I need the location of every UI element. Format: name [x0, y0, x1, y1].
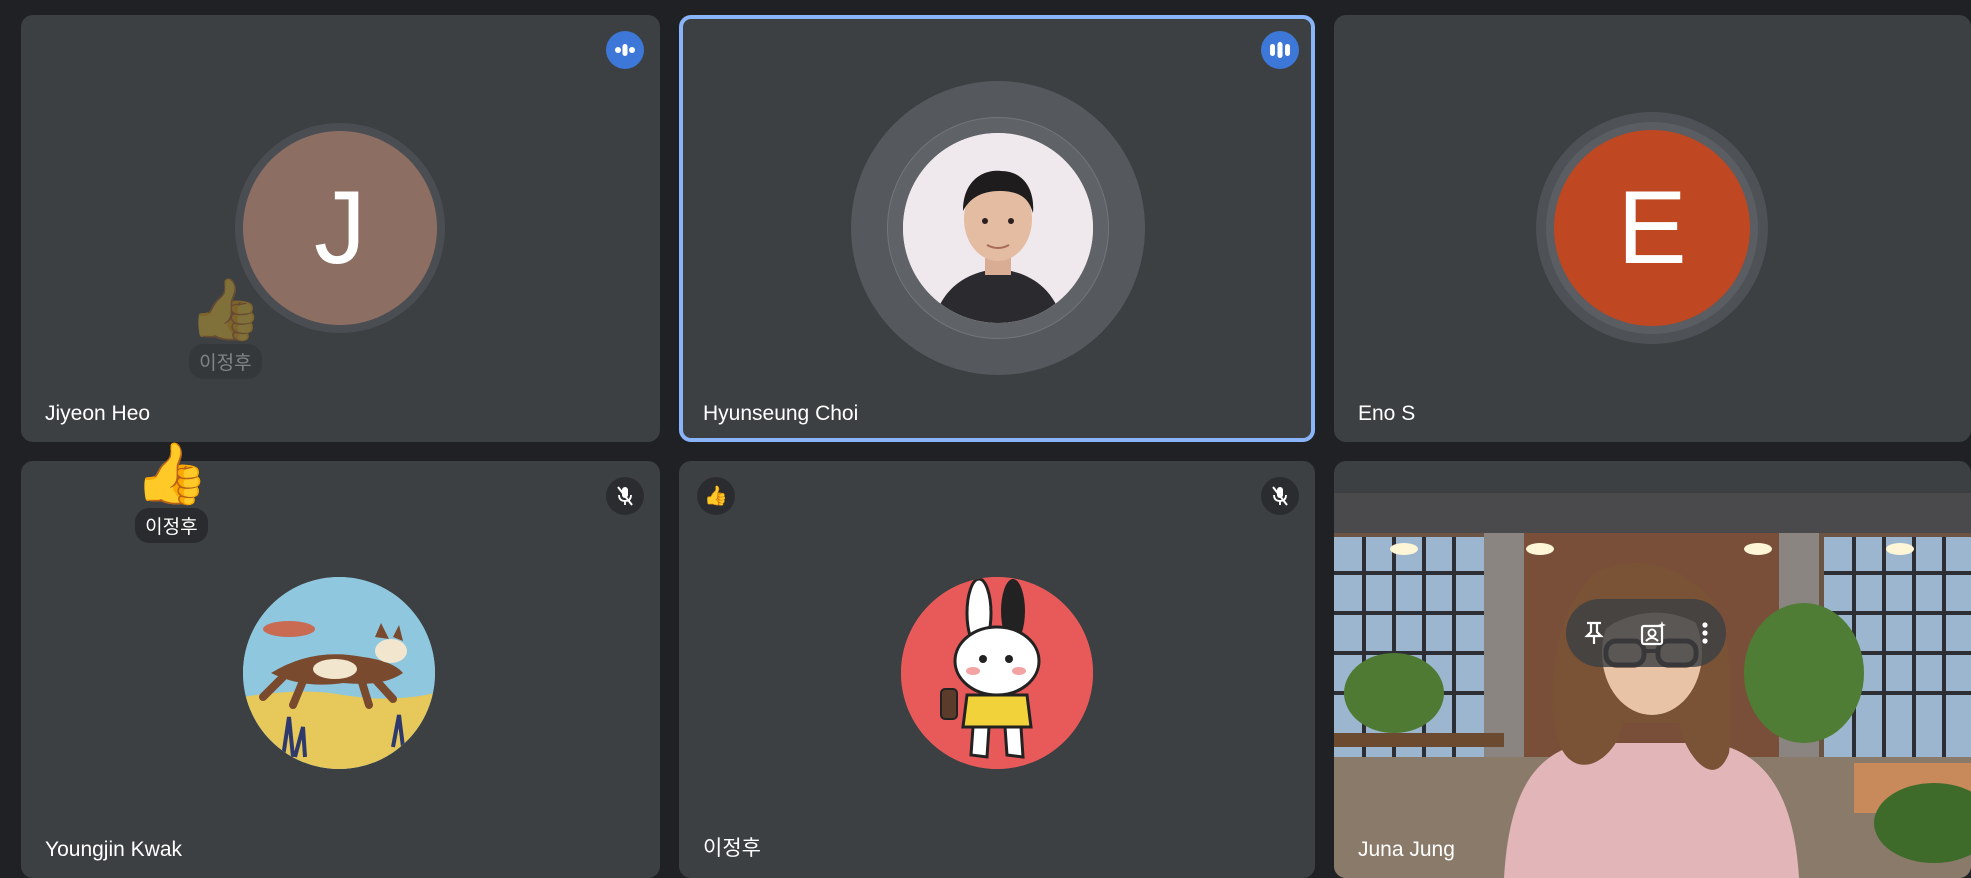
- floating-reaction: 👍 이정후: [134, 442, 209, 543]
- reaction-sender-label: 이정후: [189, 344, 262, 379]
- audio-level-icon: [1261, 31, 1299, 69]
- avatar-initial-letter: J: [314, 169, 366, 286]
- profile-photo: [903, 133, 1093, 323]
- thumbs-up-icon: 👍: [188, 276, 263, 343]
- participant-name: 이정후: [703, 837, 761, 860]
- thumbs-up-icon: 👍: [704, 486, 728, 507]
- participant-tile-youngjin-kwak[interactable]: Youngjin Kwak: [21, 461, 660, 878]
- avatar-initial: E: [1554, 130, 1750, 326]
- pin-icon[interactable]: [1583, 620, 1605, 646]
- participant-name: Juna Jung: [1358, 838, 1455, 861]
- audio-level-icon: [606, 31, 644, 69]
- mic-off-icon: [1261, 477, 1299, 515]
- avatar-initial-letter: E: [1617, 169, 1687, 286]
- add-camera-effect-icon[interactable]: [1639, 619, 1667, 647]
- reaction-sender-label: 이정후: [135, 508, 208, 543]
- floating-reaction: 👍 이정후: [188, 278, 263, 379]
- participant-name: Jiyeon Heo: [45, 402, 151, 425]
- participant-tile-hyunseung-choi[interactable]: Hyunseung Choi: [679, 15, 1315, 442]
- avatar-initial: J: [243, 131, 437, 325]
- participant-name: Hyunseung Choi: [703, 402, 859, 425]
- participant-tile-juna-jung[interactable]: Juna Jung: [1334, 461, 1971, 878]
- participant-tile-lee-jeonghoo[interactable]: 👍 이정후: [679, 461, 1315, 878]
- participant-tile-jiyeon-heo[interactable]: J Jiyeon Heo: [21, 15, 660, 442]
- thumbs-up-reaction-badge: 👍: [697, 477, 735, 515]
- participant-name: Eno S: [1358, 402, 1416, 425]
- mic-off-icon: [606, 477, 644, 515]
- participant-tile-eno-s[interactable]: E Eno S: [1334, 15, 1971, 442]
- avatar-illustration-dog: [243, 577, 435, 769]
- thumbs-up-icon: 👍: [134, 440, 209, 507]
- participant-name: Youngjin Kwak: [45, 838, 182, 861]
- more-options-icon[interactable]: [1701, 621, 1709, 645]
- tile-controls-overlay: [1566, 599, 1726, 667]
- avatar-illustration-rabbit: [901, 577, 1093, 769]
- video-feed: [1334, 493, 1971, 878]
